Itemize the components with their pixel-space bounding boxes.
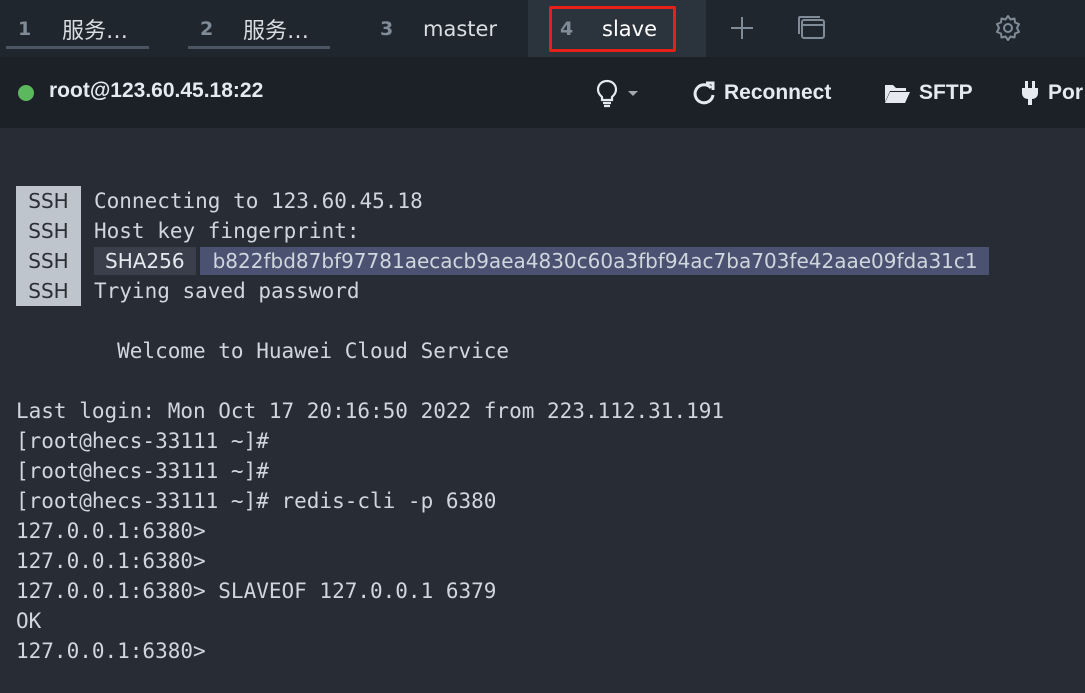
folder-open-icon bbox=[885, 85, 910, 103]
reconnect-label: Reconnect bbox=[724, 81, 832, 104]
terminal-line: [root@hecs-33111 ~]# bbox=[16, 459, 269, 483]
tab-underline bbox=[188, 46, 330, 49]
terminal-output: SSH Connecting to 123.60.45.18 SSH Host ke… bbox=[16, 186, 989, 666]
reconnect-button[interactable]: Reconnect bbox=[692, 75, 831, 111]
terminal-line: [root@hecs-33111 ~]# redis-cli -p 6380 bbox=[16, 489, 497, 513]
tab-2[interactable]: 2 服务… bbox=[180, 0, 342, 57]
ssh-message: Host key fingerprint: bbox=[94, 219, 360, 243]
port-forwarding-button[interactable]: Por bbox=[1020, 75, 1083, 111]
terminal-line: 127.0.0.1:6380> SLAVEOF 127.0.0.1 6379 bbox=[16, 579, 497, 603]
tab-number: 2 bbox=[200, 17, 214, 40]
session-header: root@123.60.45.18:22 Reconnect SFTP Por bbox=[0, 57, 1085, 128]
terminal-line: SSH Host key fingerprint: bbox=[16, 216, 989, 246]
ssh-message: Trying saved password bbox=[94, 279, 360, 303]
ssh-message: Connecting to 123.60.45.18 bbox=[94, 189, 423, 213]
ssh-badge: SSH bbox=[16, 216, 81, 246]
terminal-line: SSH Trying saved password bbox=[16, 276, 989, 306]
port-label: Por bbox=[1048, 81, 1084, 104]
tab-title: master bbox=[423, 16, 498, 41]
ssh-badge: SSH bbox=[16, 246, 81, 276]
gear-icon[interactable] bbox=[988, 8, 1028, 48]
lightbulb-icon bbox=[596, 79, 638, 108]
ssh-badge: SSH bbox=[16, 186, 81, 216]
terminal-area[interactable]: SSH Connecting to 123.60.45.18 SSH Host ke… bbox=[0, 128, 1085, 693]
connection-status-dot bbox=[18, 85, 34, 101]
tab-title: 服务… bbox=[243, 18, 310, 44]
window-icon[interactable] bbox=[792, 8, 832, 48]
tab-master[interactable]: 3 master bbox=[360, 0, 528, 57]
tab-bar: 1 服务… 2 服务… 3 master 4 slave bbox=[0, 0, 1085, 57]
hash-algorithm-badge: SHA256 bbox=[94, 247, 196, 275]
terminal-line: OK bbox=[16, 609, 42, 633]
tab-number: 4 bbox=[560, 17, 574, 40]
terminal-line: 127.0.0.1:6380> bbox=[16, 519, 206, 543]
quick-command-button[interactable] bbox=[594, 75, 652, 111]
tab-slave-active[interactable]: 4 slave bbox=[528, 0, 706, 57]
tab-number: 1 bbox=[18, 17, 32, 40]
plug-icon bbox=[1022, 81, 1038, 105]
terminal-line: [root@hecs-33111 ~]# bbox=[16, 429, 269, 453]
terminal-line: Last login: Mon Oct 17 20:16:50 2022 fro… bbox=[16, 399, 725, 423]
welcome-message: Welcome to Huawei Cloud Service bbox=[16, 339, 510, 363]
terminal-line: 127.0.0.1:6380> bbox=[16, 549, 206, 573]
tab-title: 服务… bbox=[62, 18, 129, 44]
tab-1[interactable]: 1 服务… bbox=[0, 0, 162, 57]
plus-icon[interactable] bbox=[722, 8, 762, 48]
tab-number: 3 bbox=[380, 17, 394, 40]
reconnect-icon bbox=[693, 81, 715, 105]
tab-title: slave bbox=[602, 16, 657, 41]
sftp-label: SFTP bbox=[919, 81, 973, 104]
host-key-fingerprint: b822fbd87bf97781aecacb9aea4830c60a3fbf94… bbox=[199, 247, 989, 275]
terminal-line: 127.0.0.1:6380> bbox=[16, 639, 206, 663]
session-host: root@123.60.45.18:22 bbox=[49, 79, 264, 102]
ssh-badge: SSH bbox=[16, 276, 81, 306]
sftp-button[interactable]: SFTP bbox=[883, 75, 973, 111]
terminal-line: SSH Connecting to 123.60.45.18 bbox=[16, 186, 989, 216]
tab-underline bbox=[6, 46, 149, 49]
terminal-line: SSH SHA256 b822fbd87bf97781aecacb9aea4830c… bbox=[16, 246, 989, 276]
